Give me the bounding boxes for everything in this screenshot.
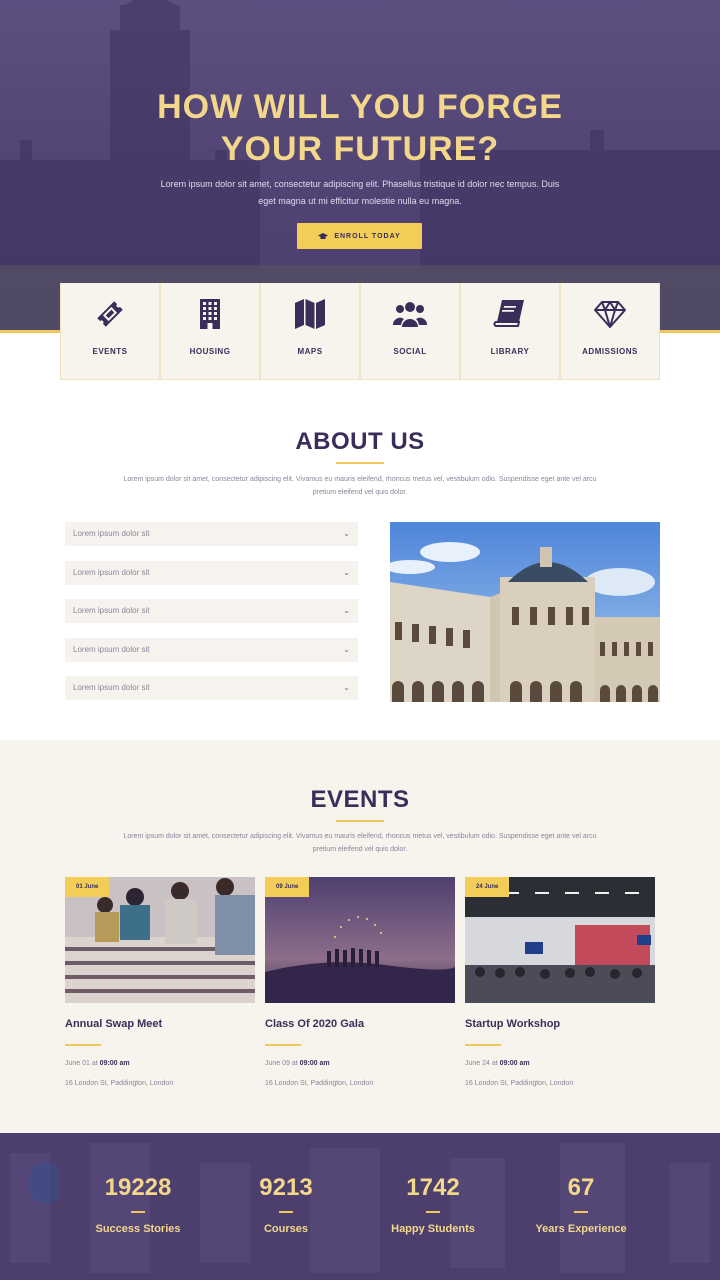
- quick-link-library[interactable]: LIBRARY: [460, 283, 560, 380]
- diamond-icon: [594, 301, 626, 328]
- quick-link-label: SOCIAL: [393, 347, 427, 356]
- event-image: 01 June: [65, 877, 255, 1003]
- stat-number: 9213: [259, 1174, 313, 1201]
- event-card[interactable]: 01 June Annual Swap Meet June 01 at 09:0…: [65, 877, 255, 1094]
- event-date: June 09: [265, 1060, 290, 1067]
- stat-success-stories: 19228 Success Stories: [58, 1174, 218, 1235]
- stat-divider: [131, 1211, 145, 1213]
- accordion-item-label: Lorem ipsum dolor sit: [73, 567, 150, 577]
- stat-divider: [426, 1211, 440, 1213]
- hero-title: HOW WILL YOU FORGE YOUR FUTURE?: [157, 88, 563, 168]
- stat-happy-students: 1742 Happy Students: [353, 1174, 513, 1235]
- chevron-down-icon: ⌄: [343, 529, 350, 538]
- chevron-down-icon: ⌄: [343, 683, 350, 692]
- accordion-item-label: Lorem ipsum dolor sit: [73, 529, 150, 538]
- quick-links: EVENTS HOUSING MAPS SOCIAL LIBRARY ADMIS…: [60, 283, 660, 380]
- event-time: 09:00 am: [499, 1060, 530, 1067]
- stat-label: Happy Students: [391, 1223, 475, 1235]
- stat-divider: [574, 1211, 588, 1213]
- quick-link-label: HOUSING: [189, 347, 231, 356]
- accordion-item[interactable]: Lorem ipsum dolor sit ⌄: [65, 637, 358, 662]
- stat-label: Courses: [263, 1223, 309, 1235]
- quick-link-housing[interactable]: HOUSING: [160, 283, 260, 380]
- event-at: at: [91, 1060, 98, 1067]
- events-subtitle: Lorem ipsum dolor sit amet, consectetur …: [123, 833, 597, 853]
- graduation-cap-icon: [318, 232, 329, 239]
- ticket-icon: [97, 301, 123, 327]
- stat-label: Years Experience: [535, 1223, 627, 1235]
- accordion-item[interactable]: Lorem ipsum dolor sit ⌄: [65, 676, 358, 700]
- about-title: ABOUT US: [295, 428, 425, 455]
- quick-link-label: EVENTS: [92, 347, 128, 356]
- stat-number: 19228: [104, 1174, 172, 1201]
- quick-link-label: MAPS: [297, 347, 323, 356]
- quick-link-maps[interactable]: MAPS: [260, 283, 360, 380]
- stat-years-experience: 67 Years Experience: [501, 1174, 661, 1235]
- event-date: June 01: [65, 1060, 90, 1067]
- book-icon: [493, 300, 524, 327]
- building-icon: [200, 299, 220, 329]
- enroll-today-label: ENROLL TODAY: [334, 232, 401, 240]
- stat-number: 67: [567, 1174, 595, 1201]
- event-address: 16 London St, Paddington, London: [265, 1080, 374, 1087]
- quick-link-label: ADMISSIONS: [582, 347, 638, 356]
- event-title[interactable]: Annual Swap Meet: [65, 1018, 255, 1030]
- stat-courses: 9213 Courses: [206, 1174, 366, 1235]
- accordion-item-label: Lorem ipsum dolor sit: [73, 606, 150, 615]
- quick-link-admissions[interactable]: ADMISSIONS: [560, 283, 660, 380]
- event-meta: June 24 at 09:00 am 16 London St, Paddin…: [465, 1054, 655, 1094]
- event-image: 24 June: [465, 877, 655, 1003]
- event-divider: [65, 1044, 101, 1046]
- event-meta: June 09 at 09:00 am 16 London St, Paddin…: [265, 1054, 455, 1094]
- event-card[interactable]: 24 June Startup Workshop June 24 at 09:0…: [465, 877, 655, 1094]
- event-date-tag: 09 June: [265, 877, 310, 897]
- accordion-item[interactable]: Lorem ipsum dolor sit ⌄: [65, 599, 358, 623]
- about-subtitle: Lorem ipsum dolor sit amet, consectetur …: [123, 476, 597, 496]
- event-address: 16 London St, Paddington, London: [65, 1080, 174, 1087]
- quick-link-label: LIBRARY: [490, 347, 530, 356]
- about-underline: [336, 462, 384, 464]
- quick-link-social[interactable]: SOCIAL: [360, 283, 460, 380]
- event-meta: June 01 at 09:00 am 16 London St, Paddin…: [65, 1054, 255, 1094]
- event-date-tag: 24 June: [465, 877, 510, 897]
- event-time: 09:00 am: [99, 1060, 130, 1067]
- chevron-down-icon: ⌄: [343, 644, 350, 654]
- enroll-today-button[interactable]: ENROLL TODAY: [297, 223, 422, 249]
- event-date-tag: 01 June: [65, 877, 110, 897]
- accordion-item-label: Lorem ipsum dolor sit: [73, 644, 150, 654]
- about-accordion: Lorem ipsum dolor sit ⌄ Lorem ipsum dolor…: [65, 522, 358, 715]
- chevron-down-icon: ⌄: [343, 606, 350, 615]
- stat-divider: [279, 1211, 293, 1213]
- event-card[interactable]: 09 June Class Of 2020 Gala June 09 at 09…: [265, 877, 455, 1094]
- events-title: EVENTS: [310, 786, 410, 813]
- accordion-item-label: Lorem ipsum dolor sit: [73, 683, 150, 692]
- chevron-down-icon: ⌄: [343, 567, 350, 577]
- event-at: at: [291, 1060, 298, 1067]
- accordion-item[interactable]: Lorem ipsum dolor sit ⌄: [65, 560, 358, 585]
- about-image: [390, 522, 660, 702]
- event-date: June 24: [465, 1060, 490, 1067]
- map-icon: [295, 299, 325, 329]
- quick-link-events[interactable]: EVENTS: [60, 283, 160, 380]
- event-title[interactable]: Class Of 2020 Gala: [265, 1018, 455, 1030]
- users-icon: [393, 302, 427, 327]
- event-title[interactable]: Startup Workshop: [465, 1018, 655, 1030]
- event-address: 16 London St, Paddington, London: [465, 1080, 574, 1087]
- accordion-item[interactable]: Lorem ipsum dolor sit ⌄: [65, 522, 358, 546]
- event-at: at: [491, 1060, 498, 1067]
- stat-number: 1742: [406, 1174, 460, 1201]
- event-image: 09 June: [265, 877, 455, 1003]
- hero-subtitle: Lorem ipsum dolor sit amet, consectetur …: [160, 179, 560, 206]
- event-time: 09:00 am: [299, 1060, 330, 1067]
- stat-label: Success Stories: [95, 1223, 181, 1235]
- event-divider: [265, 1044, 301, 1046]
- events-underline: [336, 820, 384, 822]
- event-divider: [465, 1044, 501, 1046]
